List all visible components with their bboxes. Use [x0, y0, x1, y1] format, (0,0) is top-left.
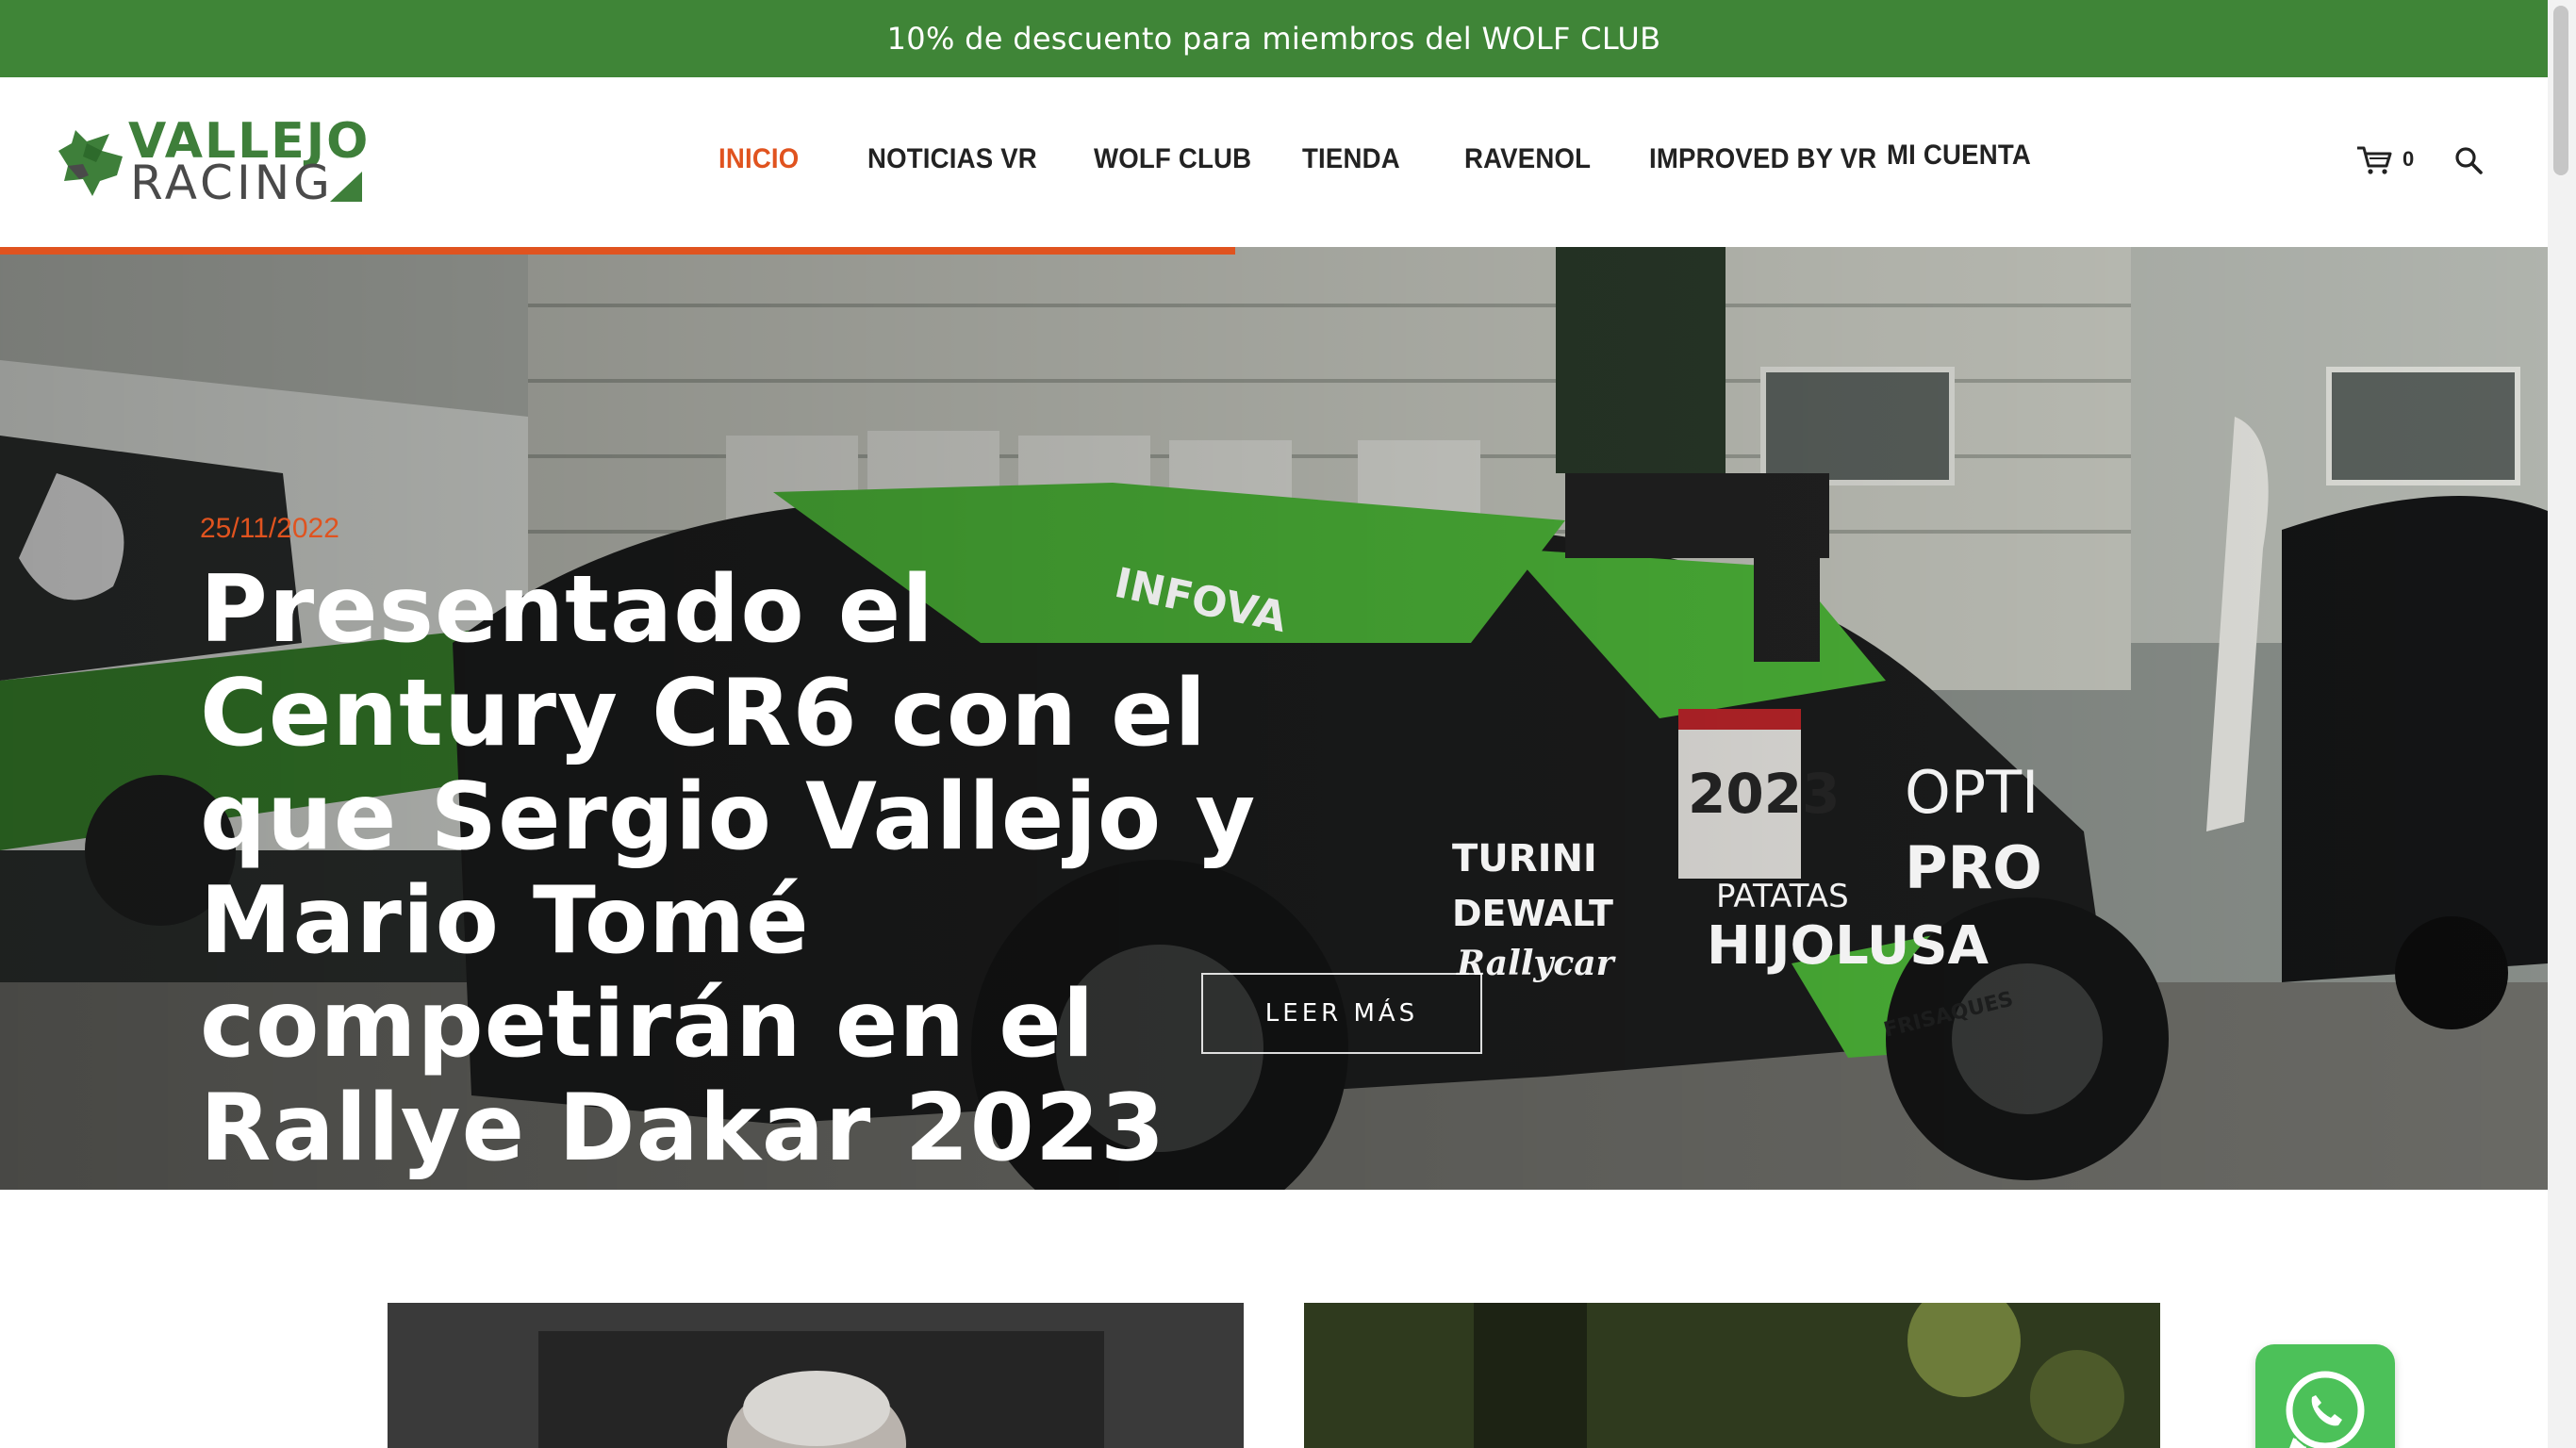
decal-pro: PRO — [1905, 833, 2042, 902]
decal-frisaques: FRISAQUES — [1881, 988, 2015, 1043]
site-header: VALLEJO RACING INICIO NOTICIAS VR WOLF C… — [0, 77, 2548, 247]
nav-item-wolf-club[interactable]: WOLF CLUB — [1094, 143, 1251, 175]
cart-icon — [2357, 146, 2392, 174]
nav-item-ravenol[interactable]: RAVENOL — [1464, 143, 1591, 175]
news-card-1[interactable] — [388, 1303, 1244, 1448]
whatsapp-button[interactable] — [2255, 1344, 2395, 1448]
decal-race-number: 2023 — [1688, 762, 1840, 826]
news-card-1-image — [388, 1303, 1244, 1448]
nav-item-improved-by-vr[interactable]: IMPROVED BY VR — [1649, 143, 1876, 175]
nav-item-inicio[interactable]: INICIO — [718, 143, 799, 175]
cart-count: 0 — [2403, 147, 2415, 171]
hero-slider: INFOVA 2023 TURINI DEWALT Rallycar PATAT… — [0, 247, 2548, 1190]
wolf-logo-icon — [58, 130, 123, 196]
read-more-button[interactable]: LEER MÁS — [1201, 973, 1482, 1054]
promo-text: 10% de descuento para miembros del WOLF … — [886, 21, 1661, 57]
search-icon — [2455, 147, 2483, 174]
page-scrollbar[interactable] — [2548, 0, 2576, 1448]
nav-item-noticias-vr[interactable]: NOTICIAS VR — [867, 143, 1037, 175]
decal-patatas: PATATAS — [1716, 878, 1849, 915]
nav-item-tienda[interactable]: TIENDA — [1302, 143, 1400, 175]
post-title[interactable]: Presentado el Century CR6 con el que Ser… — [200, 558, 1294, 1180]
slider-progress-bar — [0, 247, 1235, 255]
scrollbar-thumb[interactable] — [2553, 6, 2568, 175]
decal-dewalt: DEWALT — [1452, 893, 1613, 934]
cart-button[interactable]: 0 — [2355, 143, 2421, 177]
nav-item-mi-cuenta[interactable]: MI CUENTA — [1887, 140, 2031, 172]
promo-bar: 10% de descuento para miembros del WOLF … — [0, 0, 2548, 77]
decal-turini: TURINI — [1452, 837, 1597, 880]
news-card-2-image — [1304, 1303, 2160, 1448]
logo-triangle-icon — [330, 172, 362, 202]
news-card-2[interactable] — [1304, 1303, 2160, 1448]
whatsapp-icon — [2286, 1371, 2365, 1448]
decal-hijolusa: HIJOLUSA — [1707, 915, 1990, 977]
search-button[interactable] — [2453, 145, 2485, 177]
post-date: 25/11/2022 — [200, 513, 339, 544]
logo-word-racing: RACING — [130, 156, 334, 210]
decal-opti: OPTI — [1905, 758, 2039, 827]
site-logo[interactable]: VALLEJO RACING — [55, 117, 368, 210]
